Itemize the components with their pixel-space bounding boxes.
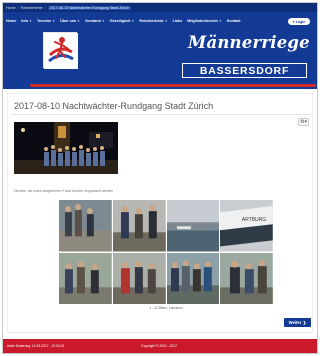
gallery-thumb[interactable] — [166, 200, 220, 252]
gallery-thumb[interactable]: ARTBURG — [220, 200, 273, 252]
nav-item-info[interactable]: Info ▼ — [21, 19, 32, 23]
nav-label: Mitgliederbereich — [187, 19, 218, 23]
photo-gallery: ARTBURG — [59, 200, 273, 304]
page-title: 2017-08-10 Nachtwächter-Rundgang Stadt Z… — [14, 101, 214, 111]
caret-down-icon: ▼ — [77, 19, 81, 23]
gallery-thumb[interactable] — [112, 252, 166, 304]
gallery-caption: 1 - 12 Bilder, Labraheu — [149, 306, 183, 310]
site-header: Home Info ▼ Termine ▼ Über uns ▼ Vorstand ▼ … — [3, 12, 317, 89]
breadcrumb-item-home[interactable]: Home — [6, 6, 16, 10]
nav-item-home[interactable]: Home — [6, 19, 16, 23]
nav-item-kontakt[interactable]: Kontakt — [227, 19, 241, 23]
nav-item-geselligkeit[interactable]: Geselligkeit ▼ — [110, 19, 135, 23]
nav-item-reiseberichte[interactable]: Reiseberichte ▼ — [139, 19, 167, 23]
breadcrumb-separator: / — [44, 5, 46, 10]
photo-image — [59, 200, 112, 252]
nav-label: Termine — [37, 19, 52, 23]
nav-item-termine[interactable]: Termine ▼ — [37, 19, 55, 23]
caret-down-icon: ▼ — [52, 19, 56, 23]
intro-photo[interactable] — [14, 122, 118, 174]
main-nav: Home Info ▼ Termine ▼ Über uns ▼ Vorstand ▼ … — [6, 17, 246, 25]
breadcrumb: Home / Reiseberichte / 2017-08-10 Nachtw… — [3, 3, 317, 12]
gallery-thumb[interactable] — [59, 252, 112, 304]
photo-image — [166, 252, 220, 304]
next-label: Weiter — [288, 320, 302, 325]
nav-label: Reiseberichte — [139, 19, 164, 23]
photo-image — [220, 252, 273, 304]
photo-image — [112, 200, 166, 252]
nav-item-ueber-uns[interactable]: Über uns ▼ — [60, 19, 80, 23]
caret-down-icon: ▼ — [29, 19, 32, 23]
gallery-thumb[interactable] — [112, 200, 166, 252]
photo-image — [166, 200, 220, 252]
site-footer: letzte Änderung: 12.09.2017 - 10:03:15 C… — [3, 339, 317, 353]
settings-icon: ⚙▾ — [300, 119, 307, 125]
browser-page: Home / Reiseberichte / 2017-08-10 Nachtw… — [2, 2, 318, 354]
main-content: 2017-08-10 Nachtwächter-Rundgang Stadt Z… — [7, 93, 313, 333]
header-accent-bar — [30, 84, 316, 87]
nav-label: Info — [21, 19, 29, 23]
gallery-hint: Hinweis: die unten aufgeführten Fotos kö… — [14, 189, 114, 193]
brand-subtitle: BASSERSDORF — [182, 63, 307, 78]
photo-image — [59, 252, 112, 304]
caret-down-icon: ▼ — [131, 19, 135, 23]
settings-button[interactable]: ⚙▾ — [298, 118, 309, 126]
nav-label: Geselligkeit — [109, 19, 131, 23]
nav-item-vorstand[interactable]: Vorstand ▼ — [85, 19, 105, 23]
next-button[interactable]: Weiter ❯ — [284, 318, 311, 327]
nav-item-links[interactable]: Links — [173, 19, 183, 23]
caret-down-icon: ▼ — [164, 19, 168, 23]
copyright: Copyright © 2002 - 2017 — [141, 344, 177, 348]
last-updated: letzte Änderung: 12.09.2017 - 10:03:15 — [7, 344, 65, 348]
nav-label: Home — [6, 19, 17, 23]
breadcrumb-item-reiseberichte[interactable]: Reiseberichte — [21, 6, 43, 10]
brand-title: Männerriege — [188, 33, 310, 52]
club-logo-graphic — [44, 33, 78, 69]
breadcrumb-current: 2017-08-10 Nachtwächter-Rundgang Stadt Z… — [47, 5, 132, 10]
nav-item-mitgliederbereich[interactable]: Mitgliederbereich ▼ — [187, 19, 222, 23]
caret-down-icon: ▼ — [218, 19, 222, 23]
intro-photo-image — [14, 122, 118, 174]
user-icon: ● — [292, 19, 295, 24]
nav-label: Links — [172, 19, 183, 23]
login-label: Login — [295, 19, 306, 24]
nav-label: Kontakt — [226, 19, 241, 23]
gallery-thumb[interactable] — [59, 200, 112, 252]
svg-text:ARTBURG: ARTBURG — [242, 217, 266, 223]
chevron-right-icon: ❯ — [302, 320, 307, 325]
photo-image — [112, 252, 166, 304]
breadcrumb-separator: / — [17, 5, 19, 10]
photo-image: ARTBURG — [220, 200, 273, 252]
nav-label: Vorstand — [85, 19, 101, 23]
login-button[interactable]: ● Login — [288, 18, 310, 25]
club-logo[interactable] — [43, 32, 78, 69]
gallery-thumb[interactable] — [220, 252, 273, 304]
title-divider — [12, 114, 310, 115]
nav-label: Über uns — [60, 19, 77, 23]
gallery-thumb[interactable] — [166, 252, 220, 304]
caret-down-icon: ▼ — [101, 19, 105, 23]
